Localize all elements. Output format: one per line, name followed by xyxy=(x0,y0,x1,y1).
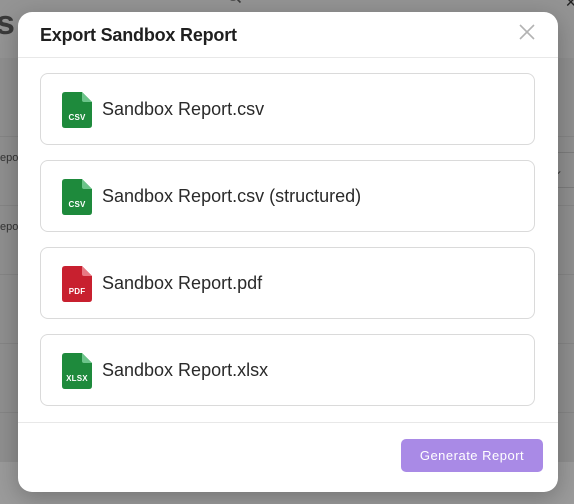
export-option-label: Sandbox Report.xlsx xyxy=(102,360,269,380)
export-option-label: Sandbox Report.csv xyxy=(102,99,265,119)
file-type-label: CSV xyxy=(68,200,86,209)
background-close-icon: ✕ xyxy=(565,0,574,10)
export-option-csv-structured[interactable]: CSV Sandbox Report.csv (structured) xyxy=(40,160,535,232)
file-type-label: PDF xyxy=(68,287,86,296)
xlsx-file-icon: XLSX xyxy=(62,353,92,389)
export-option-label: Sandbox Report.csv (structured) xyxy=(102,186,362,206)
pdf-file-icon: PDF xyxy=(62,266,92,302)
export-option-pdf[interactable]: PDF Sandbox Report.pdf xyxy=(40,247,535,319)
dialog-header: Export Sandbox Report xyxy=(18,12,558,58)
file-type-label: CSV xyxy=(68,113,86,122)
dialog-footer: Generate Report xyxy=(18,422,558,492)
csv-file-icon: CSV xyxy=(62,92,92,128)
file-type-label: XLSX xyxy=(66,374,88,383)
background-heading: s xyxy=(0,4,15,42)
generate-report-button[interactable]: Generate Report xyxy=(401,439,543,472)
search-icon xyxy=(226,0,242,4)
background-row-text: epo xyxy=(0,221,19,233)
export-option-csv[interactable]: CSV Sandbox Report.csv xyxy=(40,73,535,145)
close-icon[interactable] xyxy=(516,21,538,43)
export-option-xlsx[interactable]: XLSX Sandbox Report.xlsx xyxy=(40,334,535,406)
background-row-text: epo xyxy=(0,152,19,164)
dialog-title: Export Sandbox Report xyxy=(40,25,237,45)
csv-file-icon: CSV xyxy=(62,179,92,215)
export-options-list: CSV Sandbox Report.csv CSV Sandbox Repor… xyxy=(18,58,558,422)
export-report-dialog: Export Sandbox Report CSV Sandbox Report… xyxy=(18,12,558,492)
export-option-label: Sandbox Report.pdf xyxy=(102,273,263,293)
